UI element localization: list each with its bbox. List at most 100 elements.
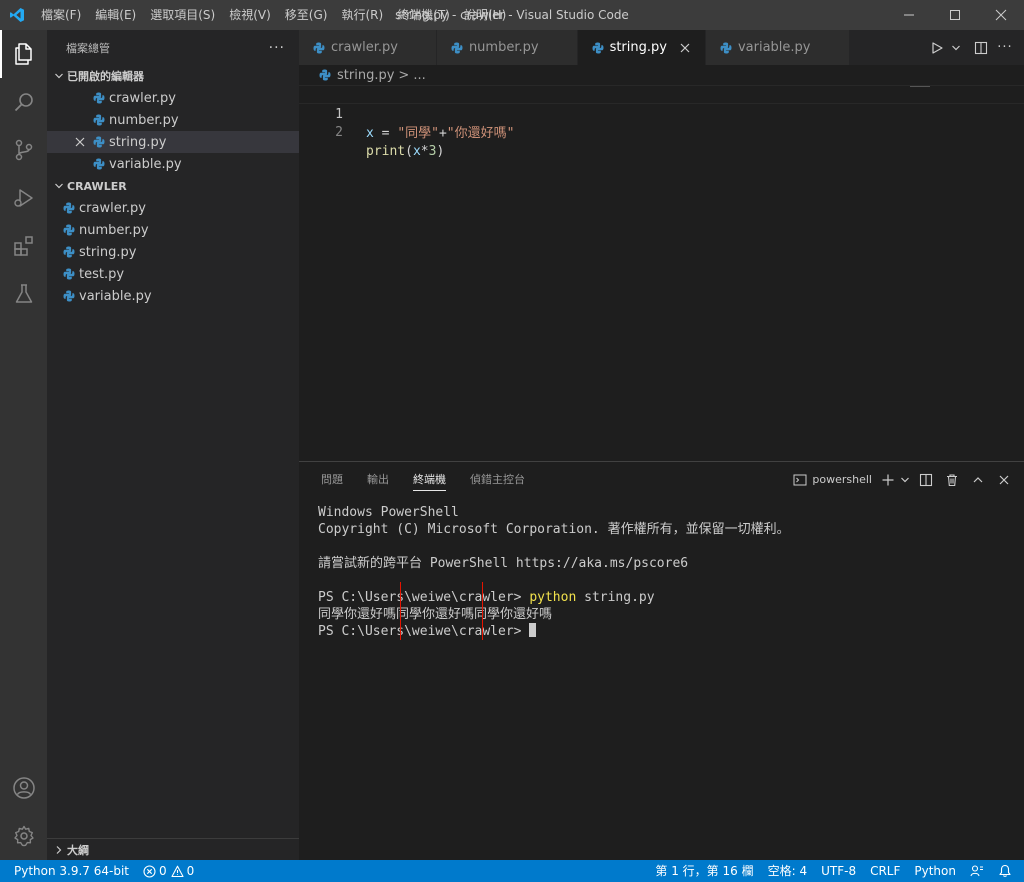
outline-label: 大綱	[67, 843, 89, 857]
file-item[interactable]: crawler.py	[47, 197, 299, 219]
more-icon: ···	[997, 40, 1013, 55]
tab-output[interactable]: 輸出	[355, 462, 401, 497]
manage-button[interactable]	[0, 812, 47, 860]
menu-run[interactable]: 執行(R)	[334, 0, 390, 30]
menu-go[interactable]: 移至(G)	[278, 0, 335, 30]
close-icon	[999, 475, 1009, 484]
open-editor-item[interactable]: number.py	[47, 109, 299, 131]
code-editor[interactable]: 1 x = "同學"+"你還好嗎" 2 print(x*3)	[299, 85, 1024, 461]
split-editor-button[interactable]	[970, 37, 992, 59]
editor-tab-bar: crawler.py number.py string.py variable.…	[299, 30, 1024, 65]
maximize-panel-button[interactable]	[966, 468, 990, 492]
python-file-icon	[61, 288, 77, 304]
vscode-logo-icon	[0, 0, 34, 30]
activity-bar-bottom	[0, 764, 47, 860]
code-line: 2 print(x*3)	[299, 104, 1024, 159]
menu-view[interactable]: 檢視(V)	[222, 0, 278, 30]
open-editors-label: 已開啟的編輯器	[67, 70, 144, 83]
close-editor-icon[interactable]	[72, 134, 88, 150]
maximize-button[interactable]	[932, 0, 978, 30]
workspace-section[interactable]: CRAWLER	[47, 175, 299, 197]
terminal-prompt: PS C:\Users\weiwe\crawler>	[318, 624, 530, 639]
menu-bar: 檔案(F) 編輯(E) 選取項目(S) 檢視(V) 移至(G) 執行(R) 終端…	[34, 0, 513, 30]
code-token: +	[438, 126, 447, 141]
python-interpreter[interactable]: Python 3.9.7 64-bit	[0, 860, 136, 882]
code-token: *	[420, 144, 429, 159]
open-editor-item[interactable]: variable.py	[47, 153, 299, 175]
minimize-button[interactable]	[886, 0, 932, 30]
file-item[interactable]: variable.py	[47, 285, 299, 307]
file-item[interactable]: test.py	[47, 263, 299, 285]
close-panel-button[interactable]	[992, 468, 1016, 492]
code-token: =	[373, 126, 398, 141]
explorer-button[interactable]	[0, 30, 47, 78]
tab-variable[interactable]: variable.py	[705, 30, 850, 65]
breadcrumb-file[interactable]: string.py	[337, 68, 394, 83]
breadcrumb-symbol[interactable]: ...	[413, 68, 425, 83]
python-file-icon	[61, 266, 77, 282]
launch-profile-button[interactable]	[898, 468, 912, 492]
run-options-button[interactable]	[950, 37, 962, 59]
feedback-icon	[970, 865, 983, 877]
close-tab-icon[interactable]	[677, 40, 693, 56]
split-terminal-button[interactable]	[914, 468, 938, 492]
notifications-button[interactable]	[991, 860, 1024, 882]
python-file-icon	[91, 134, 107, 150]
tab-label: string.py	[609, 40, 667, 55]
tab-problems[interactable]: 問題	[309, 462, 355, 497]
indentation[interactable]: 空格: 4	[761, 860, 815, 882]
tab-label: crawler.py	[331, 40, 398, 55]
open-editor-item[interactable]: crawler.py	[47, 87, 299, 109]
accounts-button[interactable]	[0, 764, 47, 812]
window-controls	[886, 0, 1024, 30]
end-of-line[interactable]: CRLF	[863, 860, 907, 882]
minimize-icon	[904, 14, 914, 16]
error-icon	[143, 864, 156, 878]
outline-section[interactable]: 大綱	[47, 838, 299, 860]
problems-indicator[interactable]: 0 0	[136, 860, 201, 882]
kill-terminal-button[interactable]	[940, 468, 964, 492]
gear-icon	[13, 825, 34, 847]
python-file-icon	[311, 40, 327, 56]
terminal-prompt: PS C:\Users\weiwe\crawler>	[318, 590, 530, 605]
extensions-button[interactable]	[0, 222, 47, 270]
python-file-icon	[61, 200, 77, 216]
tab-terminal[interactable]: 終端機	[401, 462, 458, 497]
terminal-selector[interactable]: powershell	[793, 473, 872, 487]
code-token: "同學"	[397, 126, 439, 141]
run-debug-button[interactable]	[0, 174, 47, 222]
files-icon	[14, 43, 32, 65]
language-mode[interactable]: Python	[907, 860, 963, 882]
encoding[interactable]: UTF-8	[814, 860, 863, 882]
file-item[interactable]: string.py	[47, 241, 299, 263]
close-window-button[interactable]	[978, 0, 1024, 30]
feedback-button[interactable]	[963, 860, 991, 882]
tab-number[interactable]: number.py	[436, 30, 578, 65]
tab-crawler[interactable]: crawler.py	[299, 30, 437, 65]
terminal-output[interactable]: Windows PowerShell Copyright (C) Microso…	[318, 504, 790, 640]
source-control-button[interactable]	[0, 126, 47, 174]
menu-selection[interactable]: 選取項目(S)	[143, 0, 222, 30]
code-line: 1 x = "同學"+"你還好嗎"	[299, 85, 1024, 141]
open-editors-section[interactable]: 已開啟的編輯器	[47, 65, 299, 87]
file-item[interactable]: number.py	[47, 219, 299, 241]
more-editor-actions-button[interactable]: ···	[994, 37, 1016, 59]
tab-debug-console[interactable]: 偵錯主控台	[458, 462, 537, 497]
testing-button[interactable]	[0, 270, 47, 318]
search-button[interactable]	[0, 78, 47, 126]
menu-terminal[interactable]: 終端機(T)	[390, 0, 457, 30]
run-file-button[interactable]	[926, 37, 948, 59]
menu-edit[interactable]: 編輯(E)	[88, 0, 143, 30]
open-editor-item-active[interactable]: string.py	[47, 131, 299, 153]
explorer-title: 檔案總管	[66, 41, 110, 55]
tab-string[interactable]: string.py	[577, 30, 706, 65]
new-terminal-button[interactable]	[880, 468, 896, 492]
more-actions-button[interactable]: ···	[269, 40, 285, 56]
explorer-sidebar: 檔案總管 ··· 已開啟的編輯器 crawler.py number.py st…	[47, 30, 299, 860]
file-label: crawler.py	[79, 200, 146, 216]
menu-file[interactable]: 檔案(F)	[34, 0, 88, 30]
file-label: variable.py	[79, 288, 152, 304]
cursor-position[interactable]: 第 1 行，第 16 欄	[648, 860, 760, 882]
menu-help[interactable]: 說明(H)	[457, 0, 513, 30]
status-bar-right: 第 1 行，第 16 欄 空格: 4 UTF-8 CRLF Python	[648, 860, 1024, 882]
